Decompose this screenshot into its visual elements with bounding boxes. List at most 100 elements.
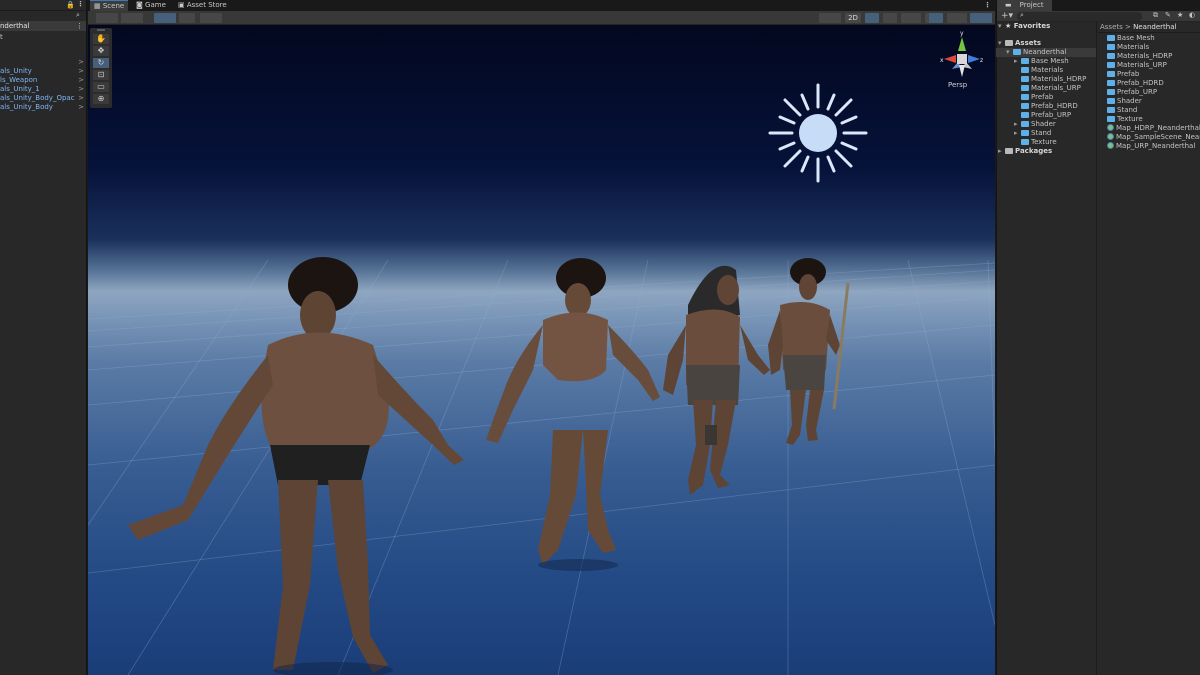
project-folder-tree: ▾ ★ Favorites ▾ Assets ▾ Neanderthal ▸ Base … [996,22,1097,675]
chevron-down-icon[interactable]: ▾ [1006,48,1013,57]
scale-tool-icon[interactable]: ⊡ [93,70,109,80]
move-tool-icon[interactable]: ✥ [93,46,109,56]
list-item[interactable]: Base Mesh [1107,34,1200,43]
tab-scene[interactable]: ▦ Scene [90,0,129,11]
lighting-toggle[interactable] [865,13,879,23]
list-item[interactable]: Map_HDRP_Neanderthal [1107,124,1200,133]
rotate-tool-icon[interactable]: ↻ [93,58,109,68]
tree-item-materials-hdrp[interactable]: Materials_HDRP [996,75,1096,84]
chevron-down-icon[interactable]: ▾ [998,39,1005,48]
favorites-item[interactable]: ▾ ★ Favorites [996,22,1096,31]
camera-dropdown[interactable] [947,13,967,23]
effects-dropdown[interactable] [901,13,921,23]
tab-asset-store[interactable]: ▣ Asset Store [174,0,231,11]
neanderthal-model-partial[interactable] [486,258,660,565]
tree-item-materials-urp[interactable]: Materials_URP [996,84,1096,93]
list-item[interactable]: Map_SampleScene_Neanderthal [1107,133,1200,142]
tree-item-label: Prefab [1031,93,1054,101]
list-item[interactable]: Texture [1107,115,1200,124]
pivot-dropdown[interactable] [154,13,176,23]
assets-item[interactable]: ▾ Assets [996,39,1096,48]
chevron-right-icon[interactable]: > [78,58,84,67]
more-menu-icon[interactable]: ⋮ [77,0,84,8]
chevron-right-icon[interactable]: > [78,103,84,112]
scene-viewport[interactable]: x z y Persp [88,25,995,675]
tree-item-prefab[interactable]: Prefab [996,93,1096,102]
filter-label-icon[interactable]: ✎ [1165,11,1171,19]
filter-type-icon[interactable]: ⧉ [1153,11,1158,20]
tree-item-prefab-hdrd[interactable]: Prefab_HDRD [996,102,1096,111]
item-menu-icon[interactable]: ⋮ [76,21,83,31]
chevron-down-icon[interactable]: ▾ [998,22,1005,31]
chevron-right-icon[interactable]: > [78,76,84,85]
scene-more-icon[interactable]: ⋮ [984,1,991,9]
list-item[interactable]: Materials_URP [1107,61,1200,70]
scene-tab-bar: ▦ Scene ◙ Game ▣ Asset Store ⋮ [88,0,995,11]
hierarchy-item[interactable]: als_Unity_Body_Opac > [0,94,86,103]
tree-item-prefab-urp[interactable]: Prefab_URP [996,111,1096,120]
neanderthal-model-hooded[interactable] [663,265,770,495]
hierarchy-search[interactable]: ⌕ [0,11,86,21]
shading-dropdown[interactable] [121,13,143,23]
hierarchy-item[interactable]: als_Unity > [0,67,86,76]
hierarchy-item[interactable]: als_Unity_Body > [0,103,86,112]
project-search-input[interactable]: ⌕ [1017,11,1142,21]
tools-drag-handle[interactable] [97,29,105,31]
chevron-right-icon[interactable]: ▸ [998,147,1005,156]
list-item[interactable]: Prefab_HDRD [1107,79,1200,88]
orientation-gizmo[interactable]: x z y Persp [940,30,983,89]
toggle-2d-button[interactable]: 2D [845,13,861,23]
hand-tool-icon[interactable]: ✋ [93,34,109,44]
draw-mode-dropdown[interactable] [96,13,118,23]
list-item[interactable]: Prefab_URP [1107,88,1200,97]
favorite-star-icon[interactable]: ★ [1177,11,1183,19]
tab-project[interactable]: ▬ Project [997,0,1052,11]
chevron-right-icon[interactable]: ▸ [1014,57,1021,66]
tree-item-neanderthal[interactable]: ▾ Neanderthal [996,48,1096,57]
create-add-icon[interactable]: +▾ [1001,11,1013,21]
hidden-objects-toggle[interactable] [929,13,943,23]
chevron-right-icon[interactable]: ▸ [1014,120,1021,129]
list-item[interactable]: Map_URP_Neanderthal [1107,142,1200,151]
tab-game[interactable]: ◙ Game [132,0,170,11]
neanderthal-model-base[interactable] [128,257,464,673]
list-item[interactable]: Prefab [1107,70,1200,79]
snap-dropdown[interactable] [200,13,222,23]
folder-icon [1021,139,1029,145]
hierarchy-item[interactable]: ls_Weapon > [0,76,86,85]
persp-label[interactable]: Persp [948,81,968,89]
chevron-right-icon[interactable]: > [78,94,84,103]
list-item[interactable]: Materials_HDRP [1107,52,1200,61]
grid-toggle[interactable] [179,13,195,23]
neanderthal-model-spear[interactable] [768,258,850,445]
gizmos-dropdown[interactable] [970,13,992,23]
list-item[interactable]: Shader [1107,97,1200,106]
folder-icon [1107,89,1115,95]
hierarchy-selected-item[interactable]: nderthal ⋮ [0,21,86,31]
list-item[interactable]: Stand [1107,106,1200,115]
hidden-packages-icon[interactable]: ◐ [1189,11,1195,19]
tree-item-stand[interactable]: ▸ Stand [996,129,1096,138]
tree-item-materials[interactable]: Materials [996,66,1096,75]
chevron-right-icon[interactable]: > [78,67,84,76]
list-item[interactable]: Materials [1107,43,1200,52]
audio-toggle[interactable] [883,13,897,23]
chevron-right-icon[interactable]: ▸ [1014,129,1021,138]
lock-icon[interactable]: 🔒 [66,1,75,9]
tree-item-base-mesh[interactable]: ▸ Base Mesh [996,57,1096,66]
search-icon[interactable]: ⌕ [76,11,80,20]
directional-light-icon[interactable] [768,83,868,183]
packages-item[interactable]: ▸ Packages [996,147,1096,156]
render-mode-dropdown[interactable] [819,13,841,23]
breadcrumb-assets[interactable]: Assets [1100,23,1123,31]
hierarchy-stub[interactable]: t [0,33,86,42]
tree-item-texture[interactable]: Texture [996,138,1096,147]
gizmo-z-label: z [980,57,983,64]
breadcrumb-current[interactable]: Neanderthal [1133,23,1176,31]
hierarchy-item[interactable]: als_Unity_1 > [0,85,86,94]
folder-icon [1107,62,1115,68]
rect-tool-icon[interactable]: ▭ [93,82,109,92]
transform-tool-icon[interactable]: ⊕ [93,94,109,104]
chevron-right-icon[interactable]: > [78,85,84,94]
tree-item-shader[interactable]: ▸ Shader [996,120,1096,129]
